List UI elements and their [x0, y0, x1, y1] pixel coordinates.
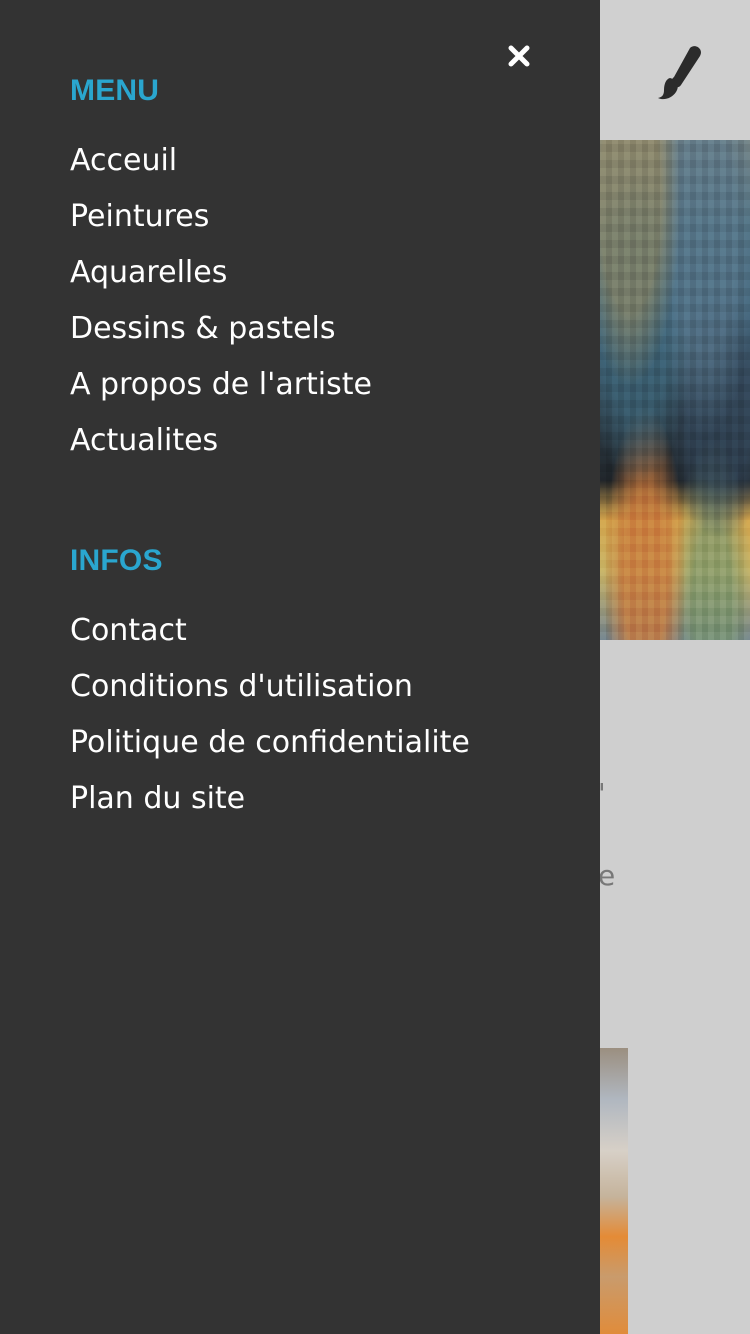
- background-text-fragment-2: e: [598, 859, 616, 892]
- app-root: ' e MENU Acceuil Peintures Aquarelles De…: [0, 0, 750, 1334]
- nav-item-a-propos[interactable]: A propos de l'artiste: [70, 357, 372, 413]
- nav-item-acceuil[interactable]: Acceuil: [70, 133, 372, 189]
- background-painting-image-1: [600, 140, 750, 640]
- section-title-infos: INFOS: [70, 544, 163, 577]
- nav-item-politique[interactable]: Politique de confidentialite: [70, 715, 470, 771]
- side-drawer: MENU Acceuil Peintures Aquarelles Dessin…: [0, 0, 600, 1334]
- menu-nav-list: Acceuil Peintures Aquarelles Dessins & p…: [70, 133, 372, 469]
- nav-item-peintures[interactable]: Peintures: [70, 189, 372, 245]
- nav-item-actualites[interactable]: Actualites: [70, 413, 372, 469]
- background-painting-image-2: [600, 1048, 628, 1334]
- close-icon[interactable]: [503, 40, 535, 72]
- nav-item-contact[interactable]: Contact: [70, 603, 470, 659]
- paintbrush-icon[interactable]: [650, 42, 714, 106]
- infos-nav-list: Contact Conditions d'utilisation Politiq…: [70, 603, 470, 827]
- nav-item-plan-du-site[interactable]: Plan du site: [70, 771, 470, 827]
- nav-item-conditions[interactable]: Conditions d'utilisation: [70, 659, 470, 715]
- nav-item-dessins-pastels[interactable]: Dessins & pastels: [70, 301, 372, 357]
- section-title-menu: MENU: [70, 74, 160, 107]
- nav-item-aquarelles[interactable]: Aquarelles: [70, 245, 372, 301]
